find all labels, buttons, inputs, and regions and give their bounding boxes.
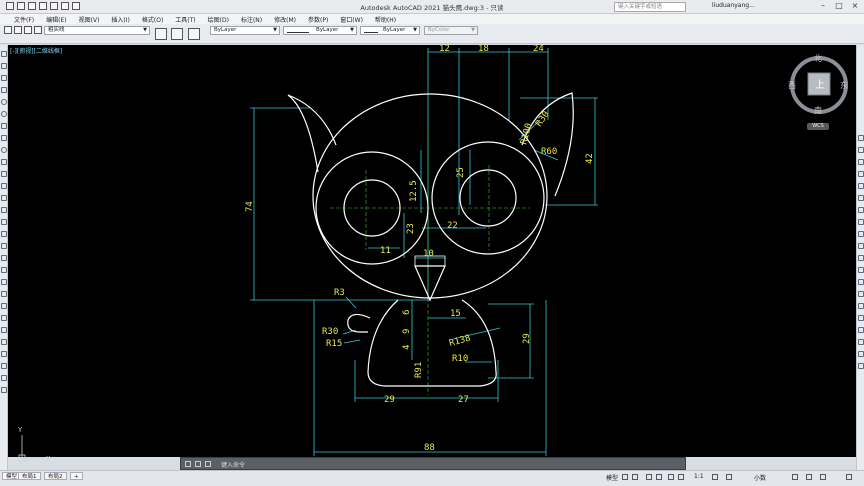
dim-74: 74 (245, 201, 255, 212)
status-bar: 模型 布局1 布局2 + 模型 1:1 小数 (0, 470, 864, 486)
viewcube-east: 东 (840, 80, 848, 90)
close-icon[interactable] (185, 461, 191, 467)
osnap-icon[interactable] (668, 474, 674, 480)
dim-r10: R10 (452, 354, 468, 364)
dim-r60: R60 (541, 147, 557, 157)
dim-29-vertical: 29 (522, 333, 532, 344)
grid-icon[interactable] (622, 474, 628, 480)
dim-r3: R3 (334, 288, 345, 298)
command-input[interactable]: 键入命令 (221, 460, 245, 469)
model-space-label[interactable]: 模型 (606, 473, 618, 482)
wcs-menu[interactable]: WCS (807, 123, 829, 130)
dim-15: 15 (450, 309, 461, 319)
dim-22: 22 (447, 221, 458, 231)
gear-icon[interactable] (712, 474, 718, 480)
dim-10: 10 (423, 249, 434, 259)
plus-icon[interactable] (726, 474, 732, 480)
dim-4: 4 (402, 345, 412, 350)
dim-18: 18 (478, 44, 489, 54)
dim-27: 27 (458, 395, 469, 405)
dim-12-5: 12.5 (409, 180, 419, 202)
customization-menu-icon[interactable] (846, 474, 852, 480)
dim-88: 88 (424, 443, 435, 453)
viewcube-north: 北 (814, 54, 822, 63)
drawing-svg: 12 18 24 R30 R100 R60 42 74 12.5 25 23 2… (18, 44, 848, 463)
dim-r15: R15 (326, 339, 342, 349)
dim-r91: R91 (414, 362, 424, 378)
tail (347, 313, 371, 333)
tab-layout2[interactable]: 布局2 (44, 472, 67, 480)
ucs-y-label: Y (18, 426, 23, 434)
viewcube-top-label: 上 (815, 79, 825, 91)
dim-42: 42 (585, 153, 595, 164)
dim-r100: R100 (519, 122, 534, 146)
ucs-icon (18, 435, 44, 462)
right-eye-inner (459, 169, 517, 227)
hardware-accel-icon[interactable] (806, 474, 812, 480)
body (367, 299, 497, 387)
viewcube-west: 西 (788, 81, 796, 90)
dim-r138: R138 (448, 334, 472, 349)
dim-r30-tail: R30 (322, 327, 338, 337)
units-label[interactable]: 小数 (754, 473, 766, 482)
beak (414, 265, 446, 302)
wrench-icon[interactable] (195, 461, 201, 467)
ortho-icon[interactable] (646, 474, 652, 480)
left-ear (287, 94, 337, 173)
snap-icon[interactable] (632, 474, 638, 480)
dim-23: 23 (406, 223, 416, 234)
viewcube-south: 南 (814, 105, 822, 115)
dim-25: 25 (456, 167, 466, 178)
head (312, 93, 548, 299)
tab-layout1[interactable]: 布局1 (18, 472, 41, 480)
dim-12: 12 (439, 44, 450, 54)
viewcube[interactable]: 上 北 南 东 西 (788, 54, 848, 115)
otrack-icon[interactable] (678, 474, 684, 480)
ucs-x-label: X (46, 455, 51, 463)
dim-24: 24 (533, 44, 544, 54)
right-eye-outer (431, 141, 545, 255)
dim-r30-ear: R30 (534, 110, 552, 129)
polar-icon[interactable] (656, 474, 662, 480)
dim-6: 6 (402, 310, 412, 315)
command-arrow-icon[interactable] (205, 461, 211, 467)
dim-29-horizontal: 29 (384, 395, 395, 405)
dim-9: 9 (402, 329, 412, 334)
clean-screen-icon[interactable] (820, 474, 826, 480)
annotation-scale[interactable]: 1:1 (694, 473, 704, 480)
isolate-icon[interactable] (792, 474, 798, 480)
tab-add-layout[interactable]: + (70, 472, 83, 480)
dim-11: 11 (380, 246, 391, 256)
command-line[interactable]: 键入命令 (180, 457, 686, 470)
